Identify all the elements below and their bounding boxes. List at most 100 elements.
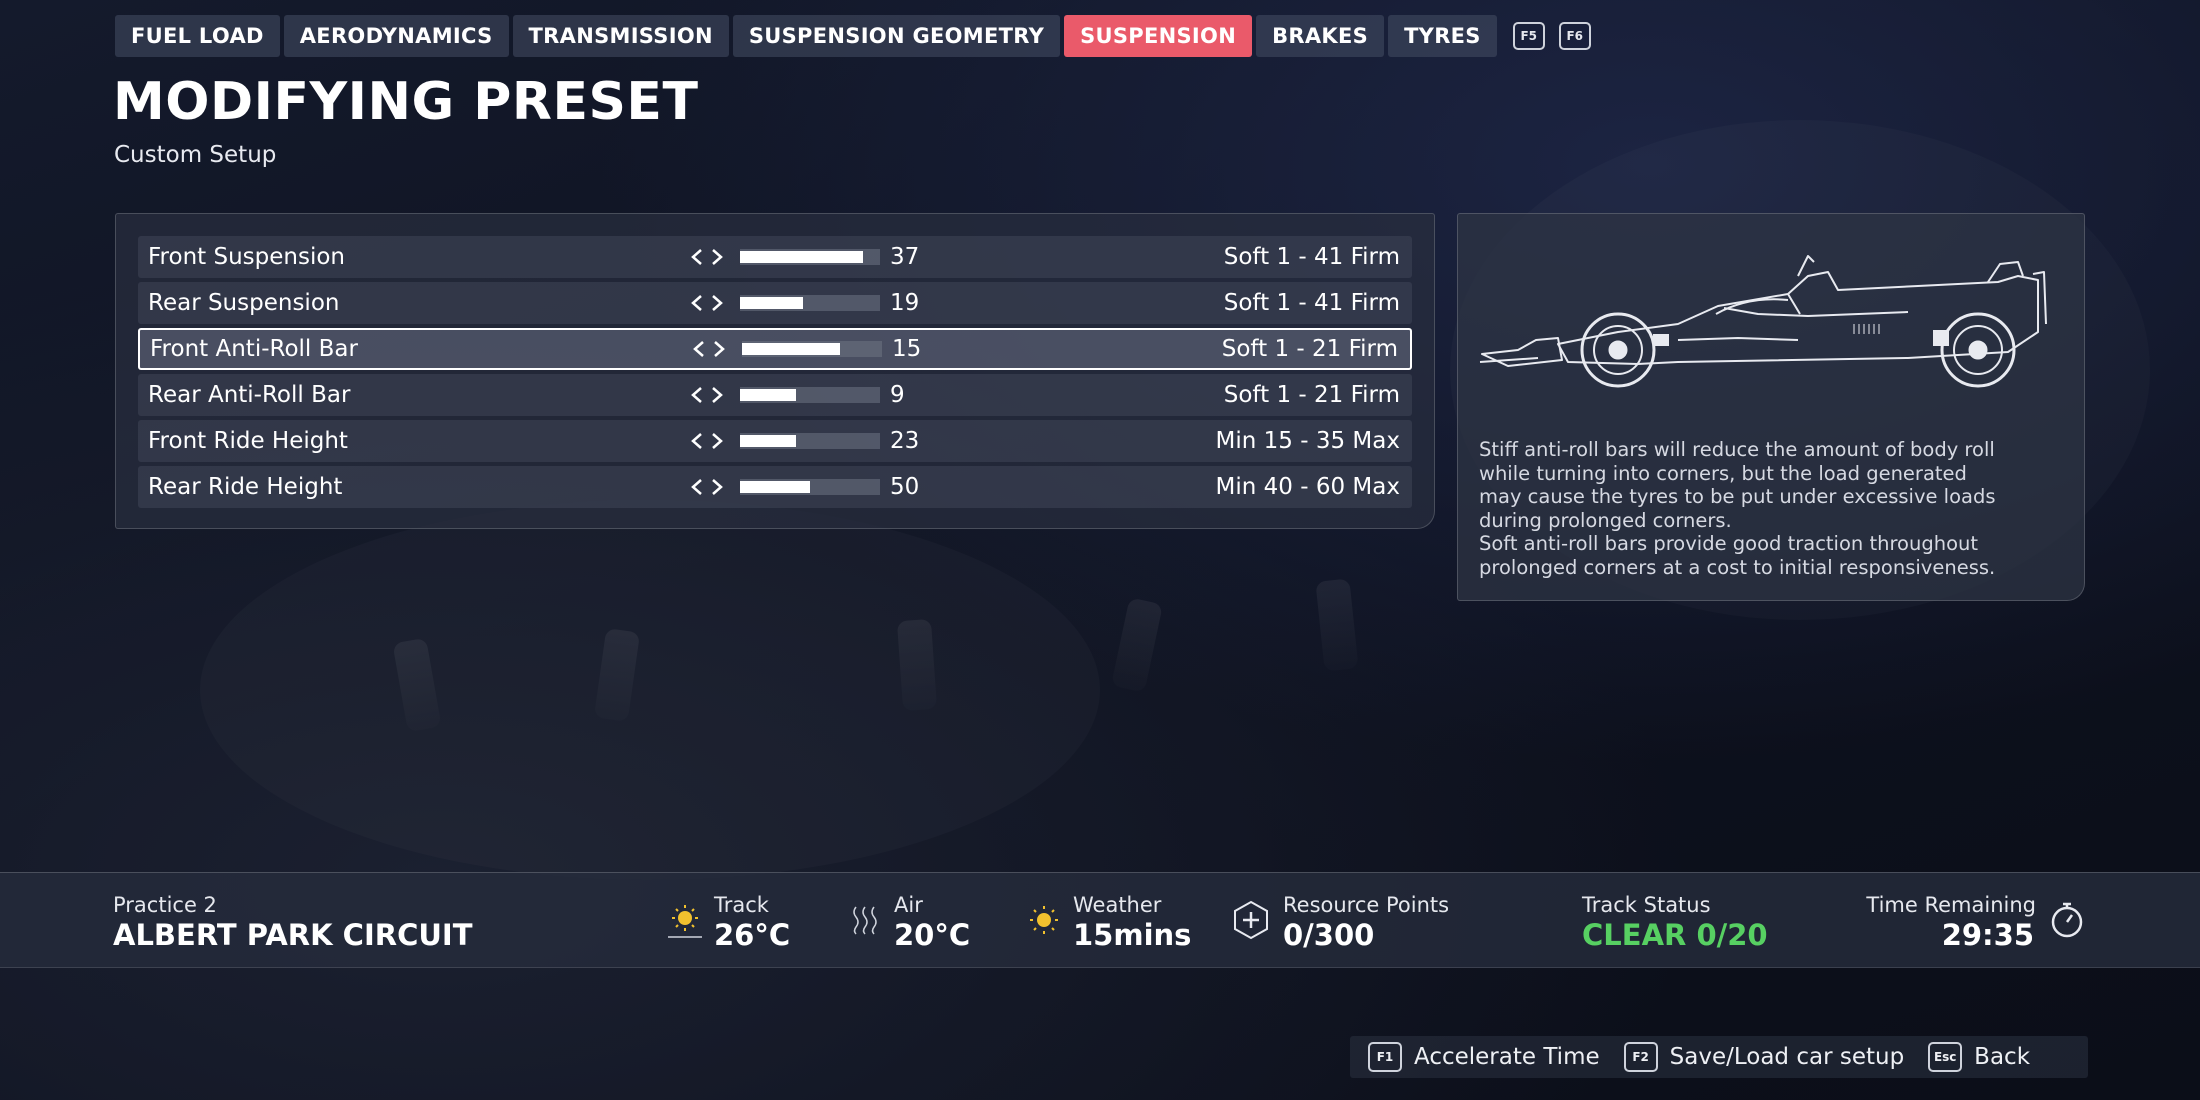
- value-adjust-arrows[interactable]: [690, 248, 724, 266]
- setting-value: 23: [890, 428, 920, 454]
- setting-value: 37: [890, 244, 920, 270]
- setting-row-rear-anti-roll-bar[interactable]: Rear Anti-Roll Bar 9 Soft 1 - 21 Firm: [138, 374, 1412, 416]
- f1-key-icon: F1: [1368, 1042, 1402, 1072]
- time-remaining-label: Time Remaining: [1866, 893, 2036, 917]
- value-slider[interactable]: [742, 341, 882, 357]
- hint-label: Accelerate Time: [1414, 1044, 1600, 1070]
- setting-name: Rear Anti-Roll Bar: [148, 382, 351, 408]
- hint-label: Back: [1974, 1044, 2031, 1070]
- circuit-name: ALBERT PARK CIRCUIT: [113, 918, 473, 952]
- track-temp-label: Track: [714, 893, 769, 917]
- f5-key-hint[interactable]: F5: [1512, 22, 1545, 50]
- hint-label: Save/Load car setup: [1669, 1044, 1905, 1070]
- value-adjust-arrows[interactable]: [690, 478, 724, 496]
- chevron-left-icon[interactable]: [690, 478, 704, 496]
- setting-range: Soft 1 - 21 Firm: [1223, 382, 1400, 408]
- tab-tyres[interactable]: TYRES: [1388, 15, 1497, 57]
- description-line: may cause the tyres to be put under exce…: [1479, 485, 1996, 508]
- slider-fill: [740, 435, 796, 447]
- value-slider[interactable]: [740, 433, 880, 449]
- tab-fuel-load[interactable]: FUEL LOAD: [115, 15, 280, 57]
- tab-suspension-geometry[interactable]: SUSPENSION GEOMETRY: [732, 15, 1061, 57]
- description-line: prolonged corners at a cost to initial r…: [1479, 555, 1996, 579]
- time-remaining-value: 29:35: [1941, 918, 2034, 952]
- chevron-right-icon[interactable]: [710, 248, 724, 266]
- tab-suspension[interactable]: SUSPENSION: [1064, 15, 1253, 57]
- slider-fill: [740, 481, 810, 493]
- value-adjust-arrows[interactable]: [690, 294, 724, 312]
- save-load-setup-button[interactable]: F2 Save/Load car setup: [1623, 1042, 1905, 1072]
- chevron-right-icon[interactable]: [710, 478, 724, 496]
- chevron-left-icon[interactable]: [690, 432, 704, 450]
- setup-tabs: FUEL LOAD AERODYNAMICS TRANSMISSION SUSP…: [115, 15, 1591, 57]
- weather-value: 15mins: [1073, 918, 1192, 952]
- front-wheel: [1580, 312, 1656, 388]
- setting-name: Front Anti-Roll Bar: [150, 336, 358, 362]
- sun-icon: [668, 905, 702, 938]
- slider-fill: [740, 251, 864, 263]
- setting-range: Min 40 - 60 Max: [1215, 474, 1400, 500]
- chevron-right-icon[interactable]: [710, 386, 724, 404]
- setting-name: Rear Suspension: [148, 290, 340, 316]
- track-status-label: Track Status: [1582, 893, 1711, 917]
- setting-row-rear-ride-height[interactable]: Rear Ride Height 50 Min 40 - 60 Max: [138, 466, 1412, 508]
- f6-key-hint[interactable]: F6: [1558, 22, 1591, 50]
- tab-brakes[interactable]: BRAKES: [1256, 15, 1385, 57]
- tab-aerodynamics[interactable]: AERODYNAMICS: [283, 15, 509, 57]
- value-adjust-arrows[interactable]: [692, 340, 726, 358]
- setting-name: Rear Ride Height: [148, 474, 343, 500]
- session-name: Practice 2: [113, 893, 217, 917]
- chevron-left-icon[interactable]: [692, 340, 706, 358]
- value-adjust-arrows[interactable]: [690, 386, 724, 404]
- setting-value: 9: [890, 382, 905, 408]
- f1-car-side-icon: [1479, 255, 2047, 388]
- setting-row-front-suspension[interactable]: Front Suspension 37 Soft 1 - 41 Firm: [138, 236, 1412, 278]
- footer-controls: F1 Accelerate Time F2 Save/Load car setu…: [1350, 1036, 2088, 1078]
- setting-value: 50: [890, 474, 920, 500]
- slider-fill: [740, 297, 803, 309]
- value-slider[interactable]: [740, 295, 880, 311]
- setting-row-front-anti-roll-bar[interactable]: Front Anti-Roll Bar 15 Soft 1 - 21 Firm: [138, 328, 1412, 370]
- setting-info-panel: Stiff anti-roll bars will reduce the amo…: [1457, 213, 2085, 601]
- esc-key-icon: Esc: [1928, 1042, 1963, 1072]
- chevron-right-icon[interactable]: [710, 432, 724, 450]
- page-subtitle: Custom Setup: [114, 142, 277, 168]
- page-title: MODIFYING PRESET: [113, 72, 699, 132]
- f2-key-icon: F2: [1623, 1042, 1658, 1072]
- setting-name: Front Suspension: [148, 244, 345, 270]
- setting-range: Soft 1 - 41 Firm: [1223, 290, 1400, 316]
- tab-transmission[interactable]: TRANSMISSION: [512, 15, 729, 57]
- description-line: Soft anti-roll bars provide good tractio…: [1479, 532, 1979, 555]
- value-slider[interactable]: [740, 479, 880, 495]
- setting-description: Stiff anti-roll bars will reduce the amo…: [1479, 438, 2075, 579]
- value-adjust-arrows[interactable]: [690, 432, 724, 450]
- chevron-left-icon[interactable]: [690, 386, 704, 404]
- chevron-left-icon[interactable]: [690, 248, 704, 266]
- setting-range: Soft 1 - 21 Firm: [1221, 336, 1398, 362]
- value-slider[interactable]: [740, 387, 880, 403]
- description-line: while turning into corners, but the load…: [1479, 461, 1967, 485]
- value-slider[interactable]: [740, 249, 880, 265]
- setting-name: Front Ride Height: [148, 428, 348, 454]
- suspension-settings-panel: Front Suspension 37 Soft 1 - 41 Firm Rea…: [115, 213, 1435, 529]
- sun-icon: [1030, 906, 1058, 934]
- rear-wheel: [1940, 312, 2016, 388]
- slider-fill: [740, 389, 796, 401]
- resource-points-icon: [1234, 900, 1268, 940]
- description-line: Stiff anti-roll bars will reduce the amo…: [1479, 438, 1995, 461]
- air-heat-icon: [853, 906, 877, 935]
- setting-value: 19: [890, 290, 920, 316]
- session-status-bar: Practice 2 ALBERT PARK CIRCUIT Track 26°…: [0, 872, 2200, 968]
- chevron-right-icon[interactable]: [710, 294, 724, 312]
- stopwatch-icon: [2051, 902, 2083, 938]
- chevron-left-icon[interactable]: [690, 294, 704, 312]
- air-temp-label: Air: [894, 893, 923, 917]
- back-button[interactable]: Esc Back: [1928, 1042, 2030, 1072]
- accelerate-time-button[interactable]: F1 Accelerate Time: [1368, 1042, 1600, 1072]
- description-line: during prolonged corners.: [1479, 508, 1732, 532]
- chevron-right-icon[interactable]: [712, 340, 726, 358]
- setting-value: 15: [892, 336, 922, 362]
- air-temp-value: 20°C: [894, 918, 971, 952]
- setting-row-front-ride-height[interactable]: Front Ride Height 23 Min 15 - 35 Max: [138, 420, 1412, 462]
- setting-row-rear-suspension[interactable]: Rear Suspension 19 Soft 1 - 41 Firm: [138, 282, 1412, 324]
